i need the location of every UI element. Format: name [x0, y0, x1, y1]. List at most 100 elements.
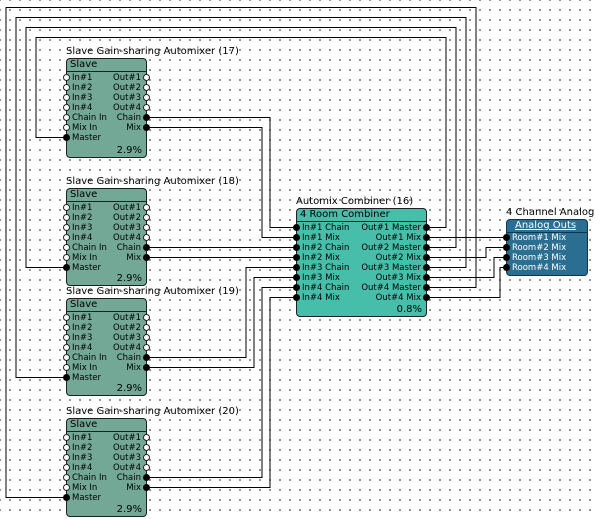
automixer-19-block[interactable]: Slave In#1 In#2 In#3 In#4 Chain In Mix I… [66, 298, 147, 396]
automixer-19-in4-port[interactable] [63, 344, 70, 351]
automixer-17-mix-in-port[interactable] [63, 124, 70, 131]
automixer-17-in3-label: In#3 [72, 93, 93, 103]
analog-outs-name: Analog Outs [515, 220, 577, 231]
combiner-in2-chain-port[interactable] [293, 244, 300, 251]
automixer-20-in2-port[interactable] [63, 444, 70, 451]
automixer-19-mix-in-port[interactable] [63, 364, 70, 371]
analog-outs-room1-label: Room#1 Mix [512, 233, 567, 243]
combiner-out2-mix-port[interactable] [423, 254, 430, 261]
automixer-19-in3-label: In#3 [72, 333, 93, 343]
automixer-17-chain-out-port[interactable] [143, 114, 150, 121]
combiner-in4-mix-port[interactable] [293, 294, 300, 301]
automixer-17-out3-port[interactable] [143, 94, 150, 101]
automixer-18-out3-port[interactable] [143, 224, 150, 231]
automixer-19-out2-port[interactable] [143, 324, 150, 331]
automixer-19-out2-label: Out#2 [113, 323, 141, 333]
combiner-out1-master-port[interactable] [423, 224, 430, 231]
combiner-in4-chain-port[interactable] [293, 284, 300, 291]
combiner-in2-mix-port[interactable] [293, 254, 300, 261]
automixer-18-block[interactable]: Slave In#1 In#2 In#3 In#4 Chain In Mix I… [66, 188, 147, 286]
wire-m20-chain[interactable] [147, 287, 296, 478]
automixer-19-in1-port[interactable] [63, 314, 70, 321]
automixer-20-in3-port[interactable] [63, 454, 70, 461]
automixer-17-chain-in-port[interactable] [63, 114, 70, 121]
automixer-17-mix-out-port[interactable] [143, 124, 150, 131]
combiner-title: Automix Combiner (16) [296, 196, 414, 207]
analog-outs-block[interactable]: Analog Outs Room#1 Mix Room#2 Mix Room#3… [506, 219, 588, 276]
automixer-18-out2-port[interactable] [143, 214, 150, 221]
automixer-20-in1-port[interactable] [63, 434, 70, 441]
automixer-18-percent: 2.9% [116, 273, 142, 284]
combiner-in1-mix-port[interactable] [293, 234, 300, 241]
automixer-20-in4-port[interactable] [63, 464, 70, 471]
automixer-19-in2-port[interactable] [63, 324, 70, 331]
automixer-17-out4-port[interactable] [143, 104, 150, 111]
automixer-20-in2-label: In#2 [72, 443, 93, 453]
analog-outs-room2-label: Room#2 Mix [512, 243, 567, 253]
combiner-out4-master-port[interactable] [423, 284, 430, 291]
combiner-in1-mix-label: In#1 Mix [302, 233, 340, 243]
combiner-out1-mix-port[interactable] [423, 234, 430, 241]
wire-m17-chain[interactable] [147, 117, 296, 228]
automixer-18-in3-port[interactable] [63, 224, 70, 231]
automixer-18-master-port[interactable] [63, 264, 70, 271]
automixer-17-in1-port[interactable] [63, 74, 70, 81]
automixer-17-in2-port[interactable] [63, 84, 70, 91]
analog-outs-room4-port[interactable] [503, 264, 510, 271]
automixer-20-chain-in-port[interactable] [63, 474, 70, 481]
automixer-19-master-port[interactable] [63, 374, 70, 381]
combiner-out3-master-port[interactable] [423, 264, 430, 271]
combiner-in1-chain-port[interactable] [293, 224, 300, 231]
automixer-17-in3-port[interactable] [63, 94, 70, 101]
automixer-19-chain-in-port[interactable] [63, 354, 70, 361]
automixer-18-mix-in-port[interactable] [63, 254, 70, 261]
combiner-out2-master-label: Out#2 Master [361, 243, 421, 253]
automixer-19-out3-label: Out#3 [113, 333, 141, 343]
automixer-18-chain-out-port[interactable] [143, 244, 150, 251]
combiner-in3-mix-port[interactable] [293, 274, 300, 281]
automixer-17-master-port[interactable] [63, 134, 70, 141]
automixer-18-in2-port[interactable] [63, 214, 70, 221]
automixer-20-out1-port[interactable] [143, 434, 150, 441]
analog-outs-room1-port[interactable] [503, 234, 510, 241]
combiner-out1-mix-label: Out#1 Mix [375, 233, 421, 243]
automixer-19-mix-out-port[interactable] [143, 364, 150, 371]
automixer-17-block[interactable]: Slave In#1 In#2 In#3 In#4 Chain In Mix I… [66, 58, 147, 158]
combiner-out2-master-port[interactable] [423, 244, 430, 251]
automixer-18-out1-port[interactable] [143, 204, 150, 211]
automixer-18-out4-port[interactable] [143, 234, 150, 241]
automixer-20-out3-port[interactable] [143, 454, 150, 461]
automixer-18-in1-port[interactable] [63, 204, 70, 211]
automixer-17-out2-port[interactable] [143, 84, 150, 91]
analog-outs-room2-port[interactable] [503, 244, 510, 251]
automixer-20-master-port[interactable] [63, 494, 70, 501]
automixer-20-title: Slave Gain-sharing Automixer (20) [66, 406, 239, 417]
automixer-18-in4-port[interactable] [63, 234, 70, 241]
combiner-out4-mix-port[interactable] [423, 294, 430, 301]
automixer-20-block[interactable]: Slave In#1 In#2 In#3 In#4 Chain In Mix I… [66, 418, 147, 517]
automixer-18-chain-in-port[interactable] [63, 244, 70, 251]
automixer-20-chain-out-port[interactable] [143, 474, 150, 481]
automixer-20-mix-in-port[interactable] [63, 484, 70, 491]
automixer-19-percent: 2.9% [116, 383, 142, 394]
automixer-19-out4-port[interactable] [143, 344, 150, 351]
automixer-19-chain-out-port[interactable] [143, 354, 150, 361]
automixer-18-out2-label: Out#2 [113, 213, 141, 223]
automixer-19-out1-port[interactable] [143, 314, 150, 321]
wire-m19-chain[interactable] [147, 267, 296, 358]
automixer-17-master-label: Master [72, 133, 102, 143]
automixer-20-mix-out-port[interactable] [143, 484, 150, 491]
combiner-in3-chain-port[interactable] [293, 264, 300, 271]
automixer-19-in3-port[interactable] [63, 334, 70, 341]
automixer-20-out2-port[interactable] [143, 444, 150, 451]
automixer-17-in4-port[interactable] [63, 104, 70, 111]
automixer-17-out1-port[interactable] [143, 74, 150, 81]
automixer-18-mix-out-port[interactable] [143, 254, 150, 261]
analog-outs-room3-port[interactable] [503, 254, 510, 261]
combiner-name: 4 Room Combiner [300, 209, 390, 220]
automixer-19-out3-port[interactable] [143, 334, 150, 341]
combiner-block[interactable]: 4 Room Combiner In#1 Chain In#1 Mix In#2… [296, 208, 427, 317]
automixer-20-out4-port[interactable] [143, 464, 150, 471]
wire-m20-mix[interactable] [147, 297, 296, 488]
combiner-out3-mix-port[interactable] [423, 274, 430, 281]
